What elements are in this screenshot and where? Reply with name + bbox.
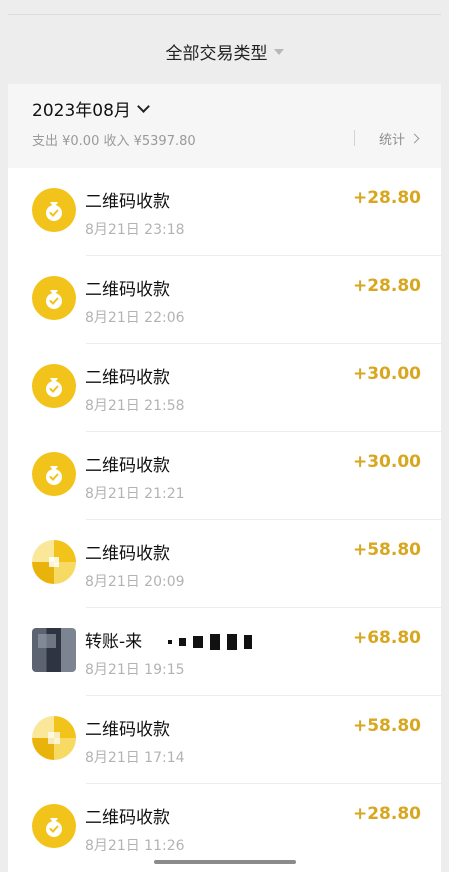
transaction-amount: +30.00	[352, 452, 421, 472]
transaction-time: 8月21日 19:15	[85, 662, 185, 678]
chevron-down-icon	[137, 100, 150, 113]
filter-label: 全部交易类型	[165, 43, 268, 64]
transaction-title: 二维码收款	[85, 368, 170, 388]
transaction-amount: +30.00	[352, 364, 421, 384]
transaction-title: 二维码收款	[85, 280, 170, 300]
transaction-row[interactable]: 二维码收款 8月21日 17:14 +58.80	[8, 696, 441, 784]
transaction-time: 8月21日 21:21	[85, 486, 185, 502]
transaction-title: 二维码收款	[85, 544, 170, 564]
transaction-amount: +28.80	[352, 276, 421, 296]
money-bag-icon	[32, 716, 76, 760]
transaction-row[interactable]: 二维码收款 8月21日 21:21 +30.00	[8, 432, 441, 520]
stats-divider	[354, 130, 355, 146]
transaction-row[interactable]: 二维码收款 8月21日 21:58 +30.00	[8, 344, 441, 432]
transaction-amount: +28.80	[352, 804, 421, 824]
home-indicator[interactable]	[154, 860, 296, 864]
money-bag-icon	[32, 452, 76, 496]
stats-button[interactable]: 统计	[379, 129, 420, 148]
transaction-row[interactable]: 二维码收款 8月21日 20:09 +58.80	[8, 520, 441, 608]
chevron-right-icon	[409, 133, 420, 144]
transaction-amount: +58.80	[352, 540, 421, 560]
transaction-row[interactable]: 转账-来 8月21日 19:15 +68.80	[8, 608, 441, 696]
transaction-row[interactable]: 二维码收款 8月21日 22:06 +28.80	[8, 256, 441, 344]
money-bag-icon	[32, 188, 76, 232]
transaction-row[interactable]: 二维码收款 8月21日 11:26 +28.80	[8, 784, 441, 872]
transaction-time: 8月21日 23:18	[85, 222, 185, 238]
stats-label: 统计	[379, 133, 406, 148]
transaction-title: 二维码收款	[85, 808, 170, 828]
transaction-time: 8月21日 11:26	[85, 838, 185, 854]
transaction-time: 8月21日 17:14	[85, 750, 185, 766]
transaction-title: 二维码收款	[85, 192, 170, 212]
user-avatar	[32, 628, 76, 672]
transaction-row[interactable]: 二维码收款 8月21日 23:18 +28.80	[8, 168, 441, 256]
money-bag-icon	[32, 364, 76, 408]
transaction-list[interactable]: 二维码收款 8月21日 23:18 +28.80 二维码收款 8月21日 22:…	[8, 168, 441, 872]
transaction-amount: +58.80	[352, 716, 421, 736]
transaction-amount: +28.80	[352, 188, 421, 208]
transaction-title: 二维码收款	[85, 720, 170, 740]
transaction-amount: +68.80	[352, 628, 421, 648]
transaction-type-filter[interactable]: 全部交易类型	[0, 36, 449, 66]
transaction-title: 转账-来	[85, 632, 143, 652]
money-bag-icon	[32, 804, 76, 848]
month-summary-text: 支出 ¥0.00 收入 ¥5397.80	[32, 134, 196, 149]
caret-down-icon	[273, 49, 284, 55]
transaction-time: 8月21日 22:06	[85, 310, 185, 326]
transaction-time: 8月21日 20:09	[85, 574, 185, 590]
transaction-title: 二维码收款	[85, 456, 170, 476]
money-bag-icon	[32, 276, 76, 320]
transaction-time: 8月21日 21:58	[85, 398, 185, 414]
money-bag-icon	[32, 540, 76, 584]
top-divider	[8, 14, 441, 15]
redacted-name	[168, 634, 252, 650]
month-selector[interactable]: 2023年08月	[32, 96, 150, 121]
month-label: 2023年08月	[32, 101, 131, 121]
month-summary-panel: 2023年08月 支出 ¥0.00 收入 ¥5397.80 统计	[8, 84, 441, 168]
